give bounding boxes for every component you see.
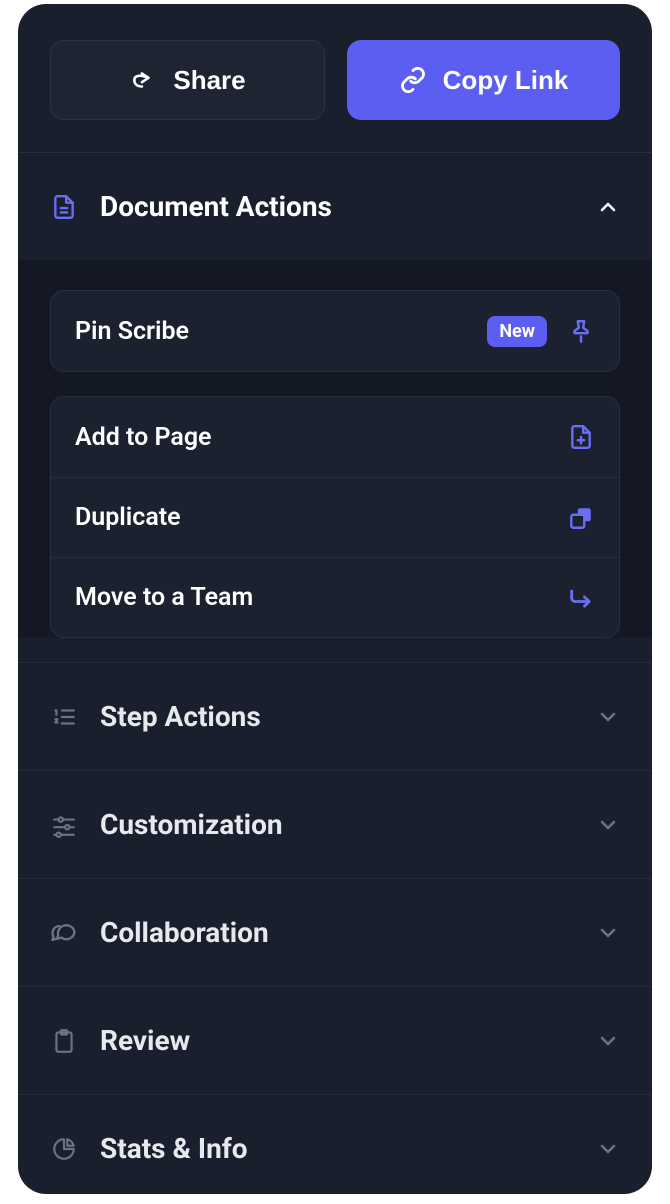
action-move-to-team[interactable]: Move to a Team <box>51 557 619 637</box>
chat-bubbles-icon <box>50 919 78 947</box>
section-header-review[interactable]: Review <box>18 986 652 1094</box>
share-button-label: Share <box>173 65 245 96</box>
chevron-down-icon <box>596 921 620 945</box>
chevron-down-icon <box>596 1029 620 1053</box>
copy-link-button[interactable]: Copy Link <box>347 40 620 120</box>
section-header-customization[interactable]: Customization <box>18 770 652 878</box>
new-badge: New <box>487 316 547 347</box>
action-label: Duplicate <box>75 503 567 532</box>
copy-link-button-label: Copy Link <box>443 65 569 96</box>
document-icon <box>50 193 78 221</box>
document-actions-body: Pin Scribe New Add to Page Duplicate <box>18 260 652 638</box>
action-card-group: Add to Page Duplicate Move to a Team <box>50 396 620 638</box>
action-label: Move to a Team <box>75 583 567 612</box>
section-title: Document Actions <box>100 190 596 223</box>
section-title: Customization <box>100 808 596 841</box>
sliders-icon <box>50 811 78 839</box>
ordered-list-icon <box>50 703 78 731</box>
section-header-collaboration[interactable]: Collaboration <box>18 878 652 986</box>
section-header-document-actions[interactable]: Document Actions <box>18 152 652 260</box>
move-arrow-icon <box>567 584 595 612</box>
file-plus-icon <box>567 423 595 451</box>
chevron-down-icon <box>596 1137 620 1161</box>
section-title: Collaboration <box>100 916 596 949</box>
section-title: Review <box>100 1024 596 1057</box>
chevron-down-icon <box>596 705 620 729</box>
action-card-pin: Pin Scribe New <box>50 290 620 372</box>
clipboard-icon <box>50 1027 78 1055</box>
share-button[interactable]: Share <box>50 40 325 120</box>
chevron-down-icon <box>596 813 620 837</box>
section-header-step-actions[interactable]: Step Actions <box>18 662 652 770</box>
action-add-to-page[interactable]: Add to Page <box>51 397 619 477</box>
top-buttons-row: Share Copy Link <box>18 4 652 152</box>
action-label: Pin Scribe <box>75 317 487 346</box>
action-duplicate[interactable]: Duplicate <box>51 477 619 557</box>
link-icon <box>399 66 427 94</box>
section-title: Stats & Info <box>100 1132 596 1165</box>
duplicate-icon <box>567 504 595 532</box>
action-label: Add to Page <box>75 423 567 452</box>
chevron-up-icon <box>596 195 620 219</box>
section-title: Step Actions <box>100 700 596 733</box>
pin-icon <box>567 317 595 345</box>
section-header-stats-info[interactable]: Stats & Info <box>18 1094 652 1194</box>
actions-panel: Share Copy Link Document Actions Pin Scr… <box>18 4 652 1194</box>
pie-chart-icon <box>50 1135 78 1163</box>
action-pin-scribe[interactable]: Pin Scribe New <box>51 291 619 371</box>
share-arrow-icon <box>129 66 157 94</box>
